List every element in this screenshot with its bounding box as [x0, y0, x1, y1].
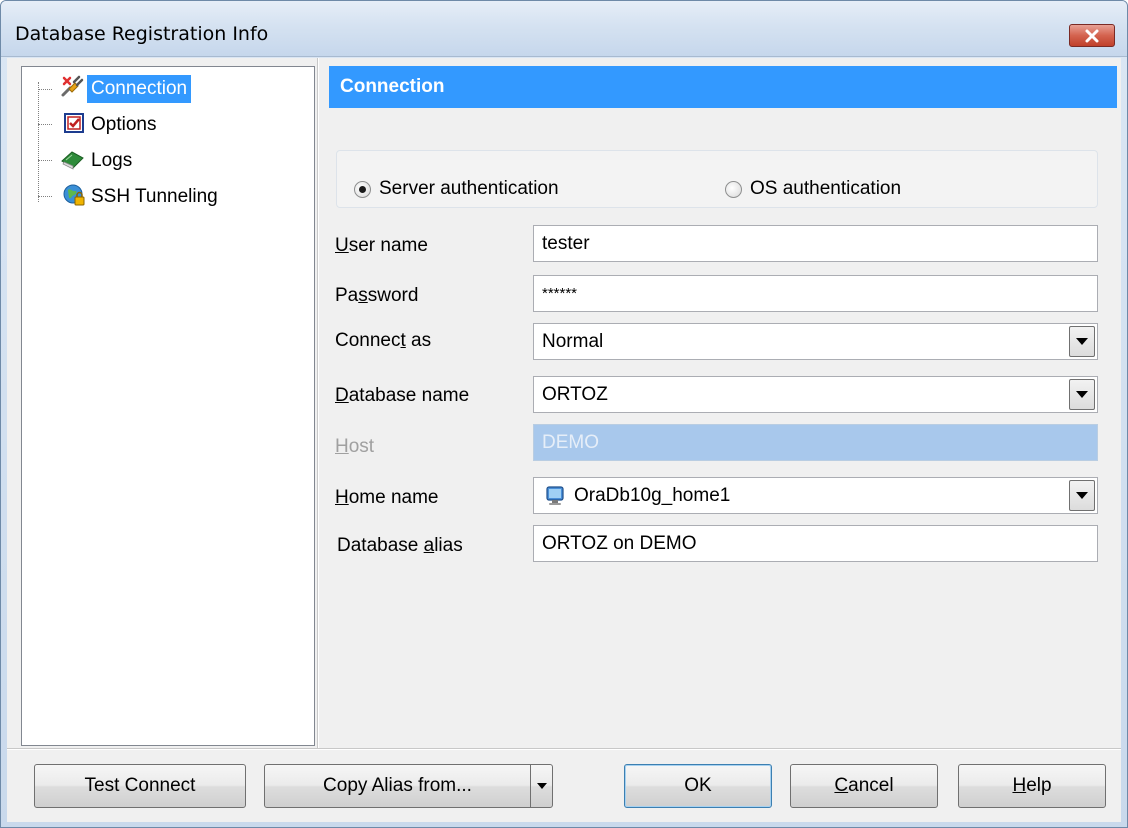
tree-connector [38, 89, 52, 90]
ssh-globe-lock-icon [63, 184, 85, 206]
chevron-down-icon [1076, 492, 1088, 499]
computer-monitor-icon [546, 486, 564, 505]
dialog-window: Database Registration Info Connection Op… [0, 0, 1128, 828]
label-accelerator: a [423, 535, 435, 556]
radio-unselected-indicator [725, 180, 742, 198]
tree-item-logs[interactable]: Logs [87, 147, 136, 175]
database-alias-label: Database alias [337, 535, 463, 557]
chevron-down-icon [1076, 338, 1088, 345]
button-accelerator: C [834, 775, 849, 796]
chevron-down-icon [536, 783, 547, 789]
chevron-down-icon [1076, 391, 1088, 398]
section-header: Connection [329, 66, 1117, 108]
host-label: Host [335, 436, 374, 458]
label-accelerator: H [335, 436, 349, 457]
label-part: ost [348, 436, 375, 457]
button-accelerator: H [1012, 775, 1027, 796]
cancel-button[interactable]: Cancel [790, 764, 938, 808]
dialog-client-area: Connection Options Logs SSH Tunneling Co… [7, 58, 1121, 822]
label-accelerator: D [335, 385, 349, 406]
connect-as-value: Normal [542, 331, 604, 352]
label-accelerator: H [335, 487, 349, 508]
tree-connector [38, 160, 52, 161]
label-accelerator: s [358, 285, 368, 306]
help-button[interactable]: Help [958, 764, 1106, 808]
home-name-dropdown[interactable]: OraDb10g_home1 [533, 477, 1098, 514]
label-accelerator: U [335, 235, 349, 256]
user-name-input[interactable]: tester [533, 225, 1098, 262]
database-name-label: Database name [335, 385, 469, 407]
label-part: as [405, 330, 432, 351]
logs-book-icon [61, 151, 84, 170]
bottom-separator [7, 748, 1121, 750]
label-part: ome name [348, 487, 439, 508]
database-name-dropdown-button[interactable] [1069, 379, 1095, 410]
ok-button[interactable]: OK [624, 764, 772, 808]
password-label: Password [335, 285, 418, 307]
button-label-part: ancel [848, 775, 894, 796]
tree-connector [38, 124, 52, 125]
server-authentication-label: Server authentication [379, 178, 559, 199]
connect-as-dropdown[interactable]: Normal [533, 323, 1098, 360]
os-authentication-label: OS authentication [750, 178, 902, 199]
user-name-label: User name [335, 235, 428, 257]
home-name-value: OraDb10g_home1 [574, 485, 731, 506]
database-alias-input[interactable]: ORTOZ on DEMO [533, 525, 1098, 562]
panel-splitter[interactable] [317, 58, 319, 748]
os-authentication-radio[interactable]: OS authentication [725, 178, 901, 200]
tree-item-options[interactable]: Options [87, 111, 160, 139]
tree-item-connection[interactable]: Connection [87, 75, 192, 103]
radio-selected-indicator [354, 180, 371, 198]
close-icon [1085, 29, 1099, 42]
home-name-dropdown-button[interactable] [1069, 480, 1095, 511]
tree-item-ssh-tunneling[interactable]: SSH Tunneling [87, 183, 222, 211]
password-input[interactable]: ****** [533, 275, 1098, 312]
navigation-tree[interactable]: Connection Options Logs SSH Tunneling [21, 66, 315, 746]
host-input: DEMO [533, 424, 1098, 461]
connection-plug-icon [61, 75, 84, 97]
connect-as-label: Connect as [335, 330, 431, 352]
close-button[interactable] [1069, 24, 1115, 47]
database-name-dropdown[interactable]: ORTOZ [533, 376, 1098, 413]
title-bar[interactable]: Database Registration Info [1, 1, 1127, 57]
label-part: Database [337, 535, 424, 556]
copy-alias-button[interactable]: Copy Alias from... [264, 764, 531, 808]
tree-connector-line [38, 82, 39, 202]
test-connect-button[interactable]: Test Connect [34, 764, 246, 808]
options-checkbox-icon [64, 113, 84, 133]
button-label-part: elp [1026, 775, 1052, 796]
connect-as-dropdown-button[interactable] [1069, 326, 1095, 357]
label-part: sword [367, 285, 419, 306]
label-part: Pa [335, 285, 359, 306]
database-name-value: ORTOZ [542, 384, 608, 405]
label-part: atabase name [348, 385, 470, 406]
home-name-label: Home name [335, 487, 439, 509]
copy-alias-dropdown-button[interactable] [530, 764, 553, 808]
tree-connector [38, 196, 52, 197]
label-part: Connec [335, 330, 401, 351]
server-authentication-radio[interactable]: Server authentication [354, 178, 559, 200]
label-part: lias [434, 535, 463, 556]
label-part: ser name [348, 235, 428, 256]
window-title: Database Registration Info [15, 23, 269, 45]
